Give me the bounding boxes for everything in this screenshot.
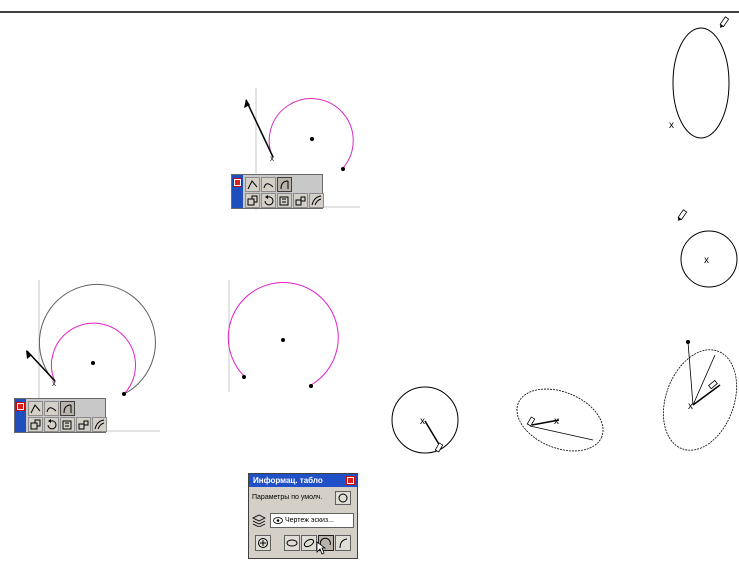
arc-trim-icon (94, 419, 105, 430)
arc-rotate-button[interactable] (261, 193, 276, 208)
arc-tangent-icon (63, 404, 72, 414)
tangent-arrow (245, 99, 274, 158)
svg-text:x: x (420, 416, 425, 427)
cursor-arrow-icon (316, 541, 326, 555)
arc-center-icon (46, 407, 57, 413)
ellipse-method-button[interactable] (284, 535, 300, 551)
arc-trim-icon (311, 195, 322, 206)
magenta-arc-result (227, 282, 339, 386)
close-icon[interactable] (346, 476, 355, 485)
layer-icon[interactable] (252, 514, 266, 527)
info-panel[interactable]: Информац. табло Параметры по умолч. Черт… (248, 473, 358, 559)
arc-offset-icon (30, 419, 41, 430)
arc-3pt-icon (30, 404, 41, 414)
arc-copy-button[interactable] (277, 193, 292, 208)
drawing-canvas[interactable]: x x x x x x x (0, 0, 739, 562)
svg-text:x: x (270, 154, 274, 163)
arc-end-point (341, 167, 345, 171)
svg-text:x: x (52, 379, 56, 388)
arc-trim-button[interactable] (309, 193, 324, 208)
example-ellipse-axes: x (663, 340, 737, 451)
palette-spacer (293, 177, 308, 192)
example-ellipse-top: x (669, 16, 730, 139)
info-panel-title[interactable]: Информац. табло (249, 474, 357, 487)
arc-3pt-button[interactable] (245, 177, 260, 192)
crosshair-icon (258, 538, 268, 548)
palette-spacer (92, 401, 107, 416)
arc-tangent-button[interactable] (277, 177, 292, 192)
palette-spacer (309, 177, 324, 192)
arc-copy-button[interactable] (60, 417, 75, 432)
arc-trim-button[interactable] (92, 417, 107, 432)
gray-circle-arc (38, 284, 156, 395)
default-params-label: Параметры по умолч. (252, 494, 323, 501)
arc-mirror-button[interactable] (76, 417, 91, 432)
arc-tangent-icon (280, 180, 289, 190)
arc-tools-palette-2[interactable] (14, 398, 107, 433)
arc-rotate-icon (264, 195, 274, 206)
arc-3pt-button[interactable] (28, 401, 43, 416)
arc-icon (339, 538, 348, 549)
svg-text:x: x (669, 120, 674, 131)
close-icon[interactable] (16, 402, 25, 411)
example-3-arc-result (227, 280, 339, 392)
layer-select-value: Чертеж эскиз... (285, 517, 334, 524)
ellipse-icon (286, 539, 298, 547)
arc-tangent-method-button[interactable] (335, 535, 351, 551)
magenta-arc-inner (50, 322, 136, 395)
magenta-arc (268, 98, 354, 169)
arc-rotate-icon (47, 419, 57, 430)
pencil-icon (677, 209, 688, 221)
arc-offset-icon (247, 195, 258, 206)
arc-mirror-button[interactable] (293, 193, 308, 208)
circle-icon (338, 493, 348, 503)
arc-tools-palette[interactable] (231, 174, 324, 209)
arc-center-point (310, 137, 314, 141)
geometry-method-button[interactable] (255, 535, 271, 551)
arc-rotate-button[interactable] (44, 417, 59, 432)
eye-icon (273, 517, 283, 524)
layer-select[interactable]: Чертеж эскиз... (270, 513, 354, 528)
arc-center-button[interactable] (261, 177, 276, 192)
ellipse-icon (303, 538, 315, 548)
palette-spacer (76, 401, 91, 416)
arc-mirror-icon (78, 420, 89, 430)
svg-text:x: x (688, 401, 693, 412)
arc-center-icon (263, 183, 274, 189)
svg-text:x: x (554, 416, 559, 427)
arc-center-button[interactable] (44, 401, 59, 416)
pencil-icon (719, 16, 730, 28)
example-ellipse-diag: x (516, 388, 604, 452)
arc-copy-icon (279, 196, 289, 206)
arc-mirror-icon (295, 196, 306, 206)
example-circle-radius: x (391, 386, 459, 454)
close-icon[interactable] (233, 178, 242, 187)
arc-offset-button[interactable] (245, 193, 260, 208)
arc-offset-button[interactable] (28, 417, 43, 432)
ellipse-diag-method-button[interactable] (301, 535, 317, 551)
arc-3pt-icon (247, 180, 258, 190)
default-params-button[interactable] (335, 491, 351, 505)
arc-tangent-button[interactable] (60, 401, 75, 416)
svg-text:x: x (704, 255, 709, 266)
arc-copy-icon (62, 420, 72, 430)
example-circle-right: x (677, 209, 738, 288)
